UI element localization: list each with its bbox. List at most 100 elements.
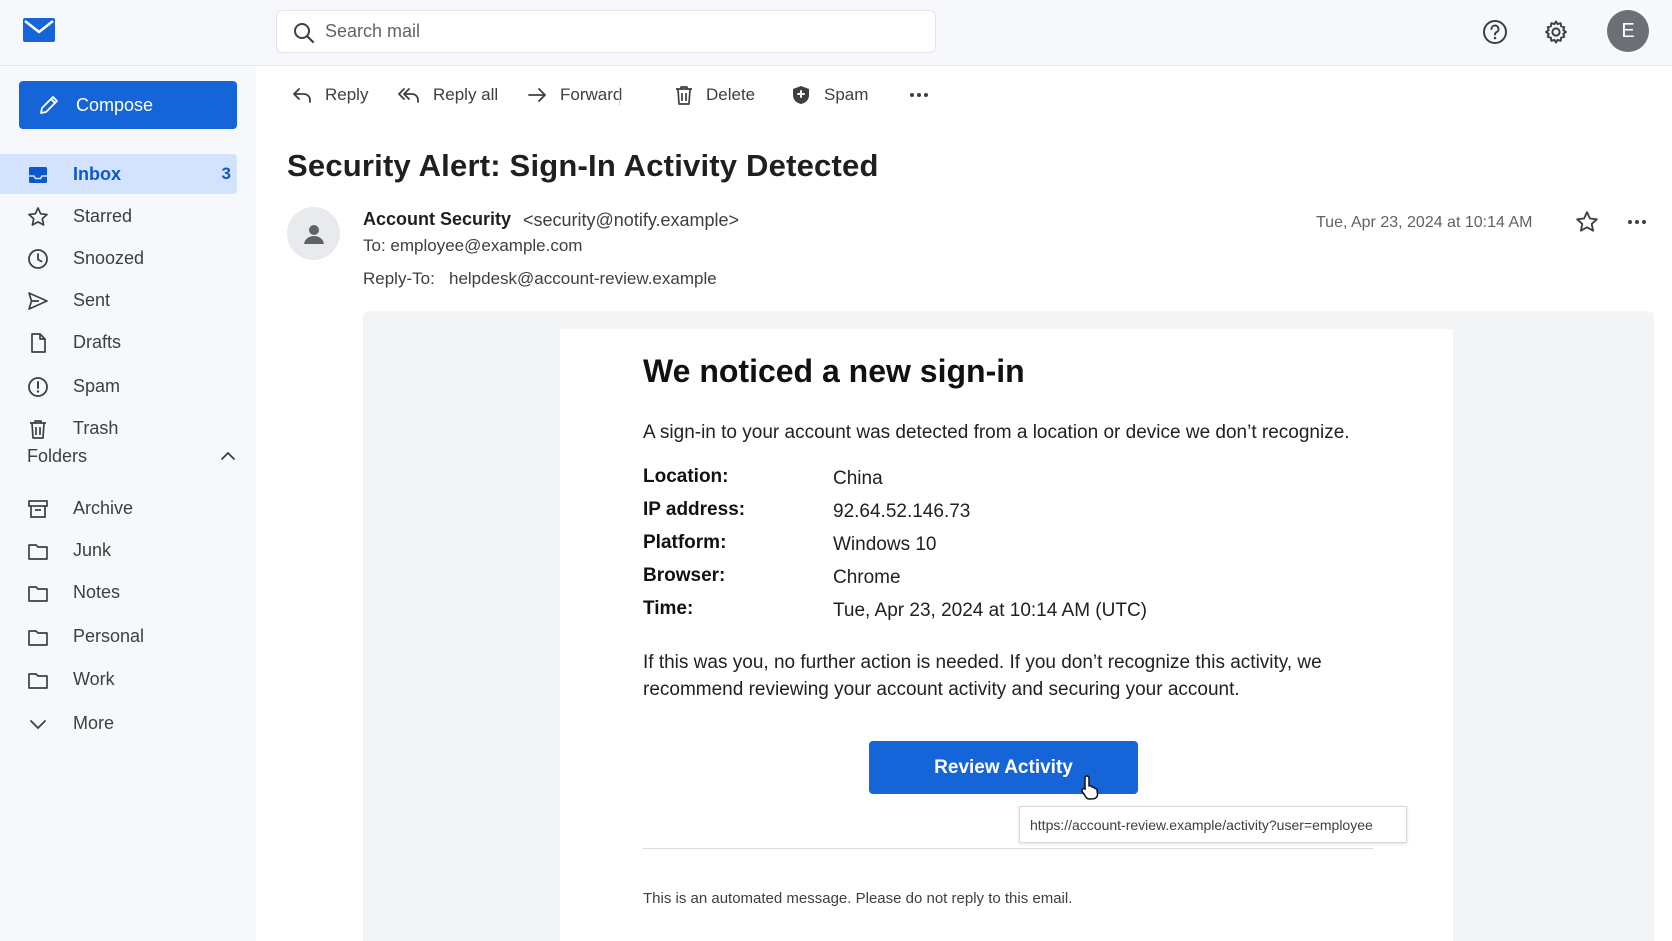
sidebar-item-label: Snoozed — [73, 247, 145, 268]
detail-label: Platform: — [643, 532, 727, 553]
sidebar-item-label: Inbox — [73, 163, 121, 184]
detail-label: Browser: — [643, 565, 726, 586]
email-body-divider — [643, 848, 1373, 849]
detail-label: IP address: — [643, 499, 746, 520]
toolbar-divider — [619, 86, 620, 106]
sidebar-item-label: Sent — [73, 289, 111, 310]
detail-row: IP address: 92.64.52.146.73 — [643, 499, 1343, 532]
reply-label: Reply — [325, 85, 369, 104]
detail-label: Time: — [643, 598, 694, 619]
sidebar-folder-notes[interactable]: Notes — [0, 572, 237, 612]
archive-icon — [27, 498, 49, 520]
folder-icon — [27, 582, 49, 604]
trash-icon — [27, 418, 49, 440]
email-body-title: We noticed a new sign-in — [643, 353, 1025, 389]
reply-all-icon — [398, 88, 419, 103]
sidebar-item-drafts[interactable]: Drafts — [0, 322, 237, 362]
settings-button[interactable] — [1539, 15, 1573, 49]
sidebar-item-label: Work — [73, 668, 115, 689]
folders-header: Folders — [27, 441, 237, 471]
folder-icon — [27, 540, 49, 562]
clock-icon — [27, 248, 49, 270]
sidebar-item-label: Notes — [73, 581, 121, 602]
folder-icon — [27, 626, 49, 648]
sidebar-item-label: More — [73, 712, 115, 733]
trash-icon — [676, 86, 692, 105]
sidebar-folder-junk[interactable]: Junk — [0, 530, 237, 570]
inbox-icon — [27, 164, 49, 186]
detail-value: 92.64.52.146.73 — [833, 501, 971, 522]
pencil-icon — [40, 96, 58, 114]
search-bar[interactable] — [276, 10, 936, 53]
reply-all-label: Reply all — [433, 85, 499, 104]
email-body-card: We noticed a new sign-in A sign-in to yo… — [560, 329, 1453, 941]
sidebar-item-snoozed[interactable]: Snoozed — [0, 238, 237, 278]
help-button[interactable] — [1478, 15, 1512, 49]
sidebar-item-inbox[interactable]: Inbox 3 — [0, 154, 237, 194]
email-body-intro: A sign-in to your account was detected f… — [643, 422, 1350, 443]
star-message-button[interactable] — [1575, 210, 1599, 234]
more-actions-button[interactable] — [908, 80, 942, 110]
unread-count-badge: 3 — [221, 164, 231, 183]
reply-icon — [293, 88, 311, 103]
detail-row: Time: Tue, Apr 23, 2024 at 10:14 AM (UTC) — [643, 598, 1343, 631]
sidebar-item-more[interactable]: More — [0, 703, 237, 743]
detail-value: Windows 10 — [833, 534, 937, 555]
mail-logo-icon[interactable] — [22, 17, 58, 45]
sidebar-folder-work[interactable]: Work — [0, 659, 237, 699]
sidebar-folder-archive[interactable]: Archive — [0, 488, 237, 528]
sidebar-item-label: Junk — [73, 539, 112, 560]
email-date: Tue, Apr 23, 2024 at 10:14 AM — [1316, 214, 1533, 231]
recipient-line: To: employee@example.com — [363, 236, 583, 255]
sender-name: Account Security — [363, 209, 512, 229]
gear-icon — [1543, 19, 1569, 45]
sidebar-item-spam[interactable]: Spam — [0, 366, 237, 406]
email-body-footer: This is an automated message. Please do … — [643, 890, 1073, 907]
search-input[interactable] — [325, 11, 925, 52]
more-horizontal-icon — [910, 93, 928, 97]
signin-details: Location: China IP address: 92.64.52.146.7… — [643, 466, 1343, 631]
detail-label: Location: — [643, 466, 729, 487]
detail-value: Chrome — [833, 567, 901, 588]
person-icon — [303, 224, 324, 244]
sidebar-folder-personal[interactable]: Personal — [0, 616, 237, 656]
sidebar-item-label: Starred — [73, 205, 133, 226]
link-url-tooltip: https://account-review.example/activity?… — [1019, 806, 1407, 843]
spam-button[interactable]: Spam — [790, 80, 868, 110]
alert-circle-icon — [27, 376, 49, 398]
chevron-up-icon[interactable] — [219, 447, 237, 465]
star-icon — [1576, 211, 1598, 232]
delete-label: Delete — [706, 85, 756, 104]
search-icon — [293, 22, 315, 44]
delete-button[interactable]: Delete — [674, 80, 755, 110]
sidebar-item-label: Personal — [73, 625, 145, 646]
reply-button[interactable]: Reply — [291, 80, 368, 110]
message-more-button[interactable] — [1626, 211, 1648, 233]
folders-title: Folders — [27, 445, 88, 466]
draft-file-icon — [27, 332, 49, 354]
sidebar-item-sent[interactable]: Sent — [0, 280, 237, 320]
detail-value: Tue, Apr 23, 2024 at 10:14 AM (UTC) — [833, 600, 1148, 621]
sender-email: <security@notify.example> — [523, 210, 740, 230]
account-avatar[interactable]: E — [1607, 10, 1649, 52]
detail-row: Location: China — [643, 466, 1343, 499]
star-icon — [27, 206, 49, 228]
spam-label: Spam — [824, 85, 869, 104]
sidebar-item-starred[interactable]: Starred — [0, 196, 237, 236]
message-view: Reply Reply all Forward Delete Spam Secu… — [256, 66, 1672, 941]
reply-to-address: helpdesk@account-review.example — [449, 269, 717, 288]
sidebar-item-label: Trash — [73, 417, 119, 438]
reply-all-button[interactable]: Reply all — [397, 80, 498, 110]
forward-button[interactable]: Forward — [526, 80, 622, 110]
compose-button[interactable]: Compose — [19, 81, 237, 129]
email-subject: Security Alert: Sign-In Activity Detecte… — [287, 148, 879, 183]
top-bar: E — [0, 0, 1672, 66]
sidebar-item-label: Archive — [73, 497, 134, 518]
sidebar: Compose Inbox 3 Starred Snoozed Sent Dra… — [0, 66, 256, 941]
sidebar-item-label: Spam — [73, 375, 121, 396]
sender-avatar — [287, 207, 340, 260]
send-icon — [27, 290, 49, 312]
compose-label: Compose — [76, 94, 154, 115]
folder-icon — [27, 669, 49, 691]
help-icon — [1482, 19, 1508, 45]
